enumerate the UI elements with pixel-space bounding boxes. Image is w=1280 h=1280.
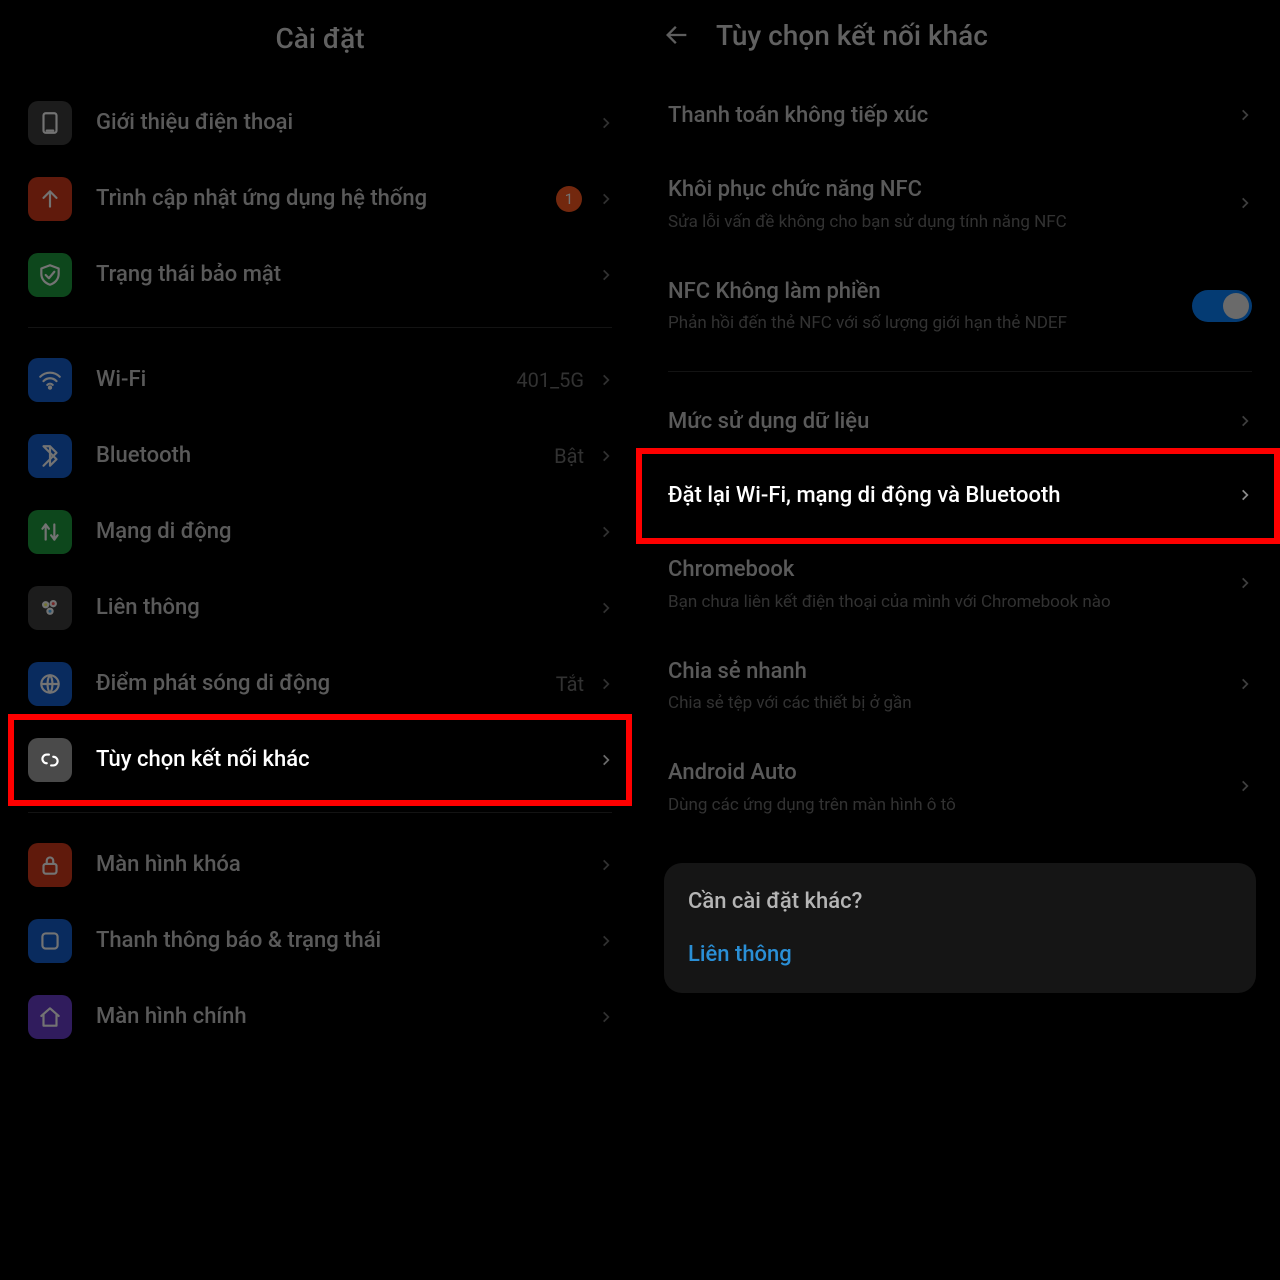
title: Thanh toán không tiếp xúc	[668, 102, 1222, 131]
setting-bluetooth[interactable]: BluetoothBật	[20, 418, 620, 494]
other-connections-pane: Tùy chọn kết nối khác Thanh toán không t…	[640, 0, 1280, 1280]
chevron-right-icon	[598, 927, 614, 955]
chevron-right-icon	[1238, 191, 1252, 219]
title: Đặt lại Wi-Fi, mạng di động và Bluetooth	[668, 482, 1222, 511]
setting-other-conn[interactable]: Tùy chọn kết nối khác	[20, 722, 620, 798]
square-icon	[28, 919, 72, 963]
chevron-right-icon	[1238, 103, 1252, 131]
chain-icon	[28, 738, 72, 782]
label: Trạng thái bảo mật	[96, 260, 598, 290]
subtitle: Dùng các ứng dụng trên màn hình ô tô	[668, 794, 1222, 817]
chevron-right-icon	[598, 851, 614, 879]
setting-home[interactable]: Màn hình chính	[20, 979, 620, 1055]
title: Chia sẻ nhanh	[668, 658, 1222, 687]
page-title-right: Tùy chọn kết nối khác	[716, 19, 988, 52]
value: 401_5G	[516, 368, 584, 392]
chevron-right-icon	[1238, 774, 1252, 802]
chevron-right-icon	[598, 109, 614, 137]
chevron-right-icon	[598, 746, 614, 774]
setting-security[interactable]: Trạng thái bảo mật	[20, 237, 620, 313]
tip-card: Cần cài đặt khác? Liên thông	[664, 863, 1256, 993]
badge: 1	[556, 186, 582, 212]
divider	[28, 812, 612, 813]
option-contactless[interactable]: Thanh toán không tiếp xúc	[660, 80, 1260, 154]
setting-hotspot[interactable]: Điểm phát sóng di độngTắt	[20, 646, 620, 722]
option-data-usage[interactable]: Mức sử dụng dữ liệu	[660, 386, 1260, 460]
label: Giới thiệu điện thoại	[96, 108, 598, 138]
lock-icon	[28, 843, 72, 887]
toggle[interactable]	[1192, 290, 1252, 322]
subtitle: Chia sẻ tệp với các thiết bị ở gần	[668, 692, 1222, 715]
option-auto[interactable]: Android Auto Dùng các ứng dụng trên màn h…	[660, 737, 1260, 839]
chevron-right-icon	[598, 1003, 614, 1031]
chevron-right-icon	[1238, 409, 1252, 437]
option-nfc-restore[interactable]: Khôi phục chức năng NFC Sửa lỗi vấn đề kh…	[660, 154, 1260, 256]
label: Wi-Fi	[96, 365, 516, 395]
divider	[28, 327, 612, 328]
value: Bật	[554, 444, 584, 468]
title: Chromebook	[668, 556, 1222, 585]
chevron-right-icon	[598, 442, 614, 470]
label: Trình cập nhật ứng dụng hệ thống	[96, 184, 556, 214]
wifi-icon	[28, 358, 72, 402]
chevron-right-icon	[1238, 571, 1252, 599]
home-icon	[28, 995, 72, 1039]
setting-lockscreen[interactable]: Màn hình khóa	[20, 827, 620, 903]
tip-question: Cần cài đặt khác?	[688, 889, 1232, 914]
title: Khôi phục chức năng NFC	[668, 176, 1222, 205]
chevron-right-icon	[598, 518, 614, 546]
option-nfc-dnd[interactable]: NFC Không làm phiền Phản hồi đến thẻ NFC …	[660, 256, 1260, 358]
chevron-right-icon	[598, 366, 614, 394]
setting-wifi[interactable]: Wi-Fi401_5G	[20, 342, 620, 418]
back-button[interactable]	[660, 18, 694, 52]
subtitle: Phản hồi đến thẻ NFC với số lượng giới h…	[668, 312, 1176, 335]
dots-icon	[28, 586, 72, 630]
chevron-right-icon	[598, 261, 614, 289]
chevron-right-icon	[1238, 672, 1252, 700]
chevron-right-icon	[598, 185, 614, 213]
label: Bluetooth	[96, 441, 554, 471]
chevron-right-icon	[1238, 483, 1252, 511]
label: Liên thông	[96, 593, 598, 623]
label: Màn hình khóa	[96, 850, 598, 880]
arrow-up-icon	[28, 177, 72, 221]
page-title-left: Cài đặt	[20, 0, 620, 85]
option-chromebook[interactable]: Chromebook Bạn chưa liên kết điện thoại c…	[660, 534, 1260, 636]
label: Màn hình chính	[96, 1002, 598, 1032]
title: Mức sử dụng dữ liệu	[668, 408, 1222, 437]
setting-notif[interactable]: Thanh thông báo & trạng thái	[20, 903, 620, 979]
label: Tùy chọn kết nối khác	[96, 745, 598, 775]
option-nearby[interactable]: Chia sẻ nhanh Chia sẻ tệp với các thiết b…	[660, 636, 1260, 738]
title: NFC Không làm phiền	[668, 278, 1176, 307]
label: Mạng di động	[96, 517, 598, 547]
setting-mobile[interactable]: Mạng di động	[20, 494, 620, 570]
link-icon	[28, 662, 72, 706]
setting-updater[interactable]: Trình cập nhật ứng dụng hệ thống1	[20, 161, 620, 237]
tip-link-interconnect[interactable]: Liên thông	[688, 942, 1232, 967]
bluetooth-icon	[28, 434, 72, 478]
subtitle: Bạn chưa liên kết điện thoại của mình vớ…	[668, 591, 1222, 614]
settings-pane: Cài đặt Giới thiệu điện thoại Trình cập n…	[0, 0, 640, 1280]
label: Thanh thông báo & trạng thái	[96, 926, 598, 956]
setting-interconnect[interactable]: Liên thông	[20, 570, 620, 646]
subtitle: Sửa lỗi vấn đề không cho bạn sử dụng tín…	[668, 211, 1222, 234]
other-connections-list: Thanh toán không tiếp xúc Khôi phục chức …	[660, 80, 1260, 839]
label: Điểm phát sóng di động	[96, 669, 556, 699]
divider	[668, 371, 1252, 372]
chevron-right-icon	[598, 670, 614, 698]
title: Android Auto	[668, 759, 1222, 788]
shield-icon	[28, 253, 72, 297]
settings-list: Giới thiệu điện thoại Trình cập nhật ứng …	[20, 85, 620, 1055]
option-reset[interactable]: Đặt lại Wi-Fi, mạng di động và Bluetooth	[660, 460, 1260, 534]
data-icon	[28, 510, 72, 554]
value: Tắt	[556, 672, 584, 696]
setting-about[interactable]: Giới thiệu điện thoại	[20, 85, 620, 161]
chevron-right-icon	[598, 594, 614, 622]
phone-icon	[28, 101, 72, 145]
